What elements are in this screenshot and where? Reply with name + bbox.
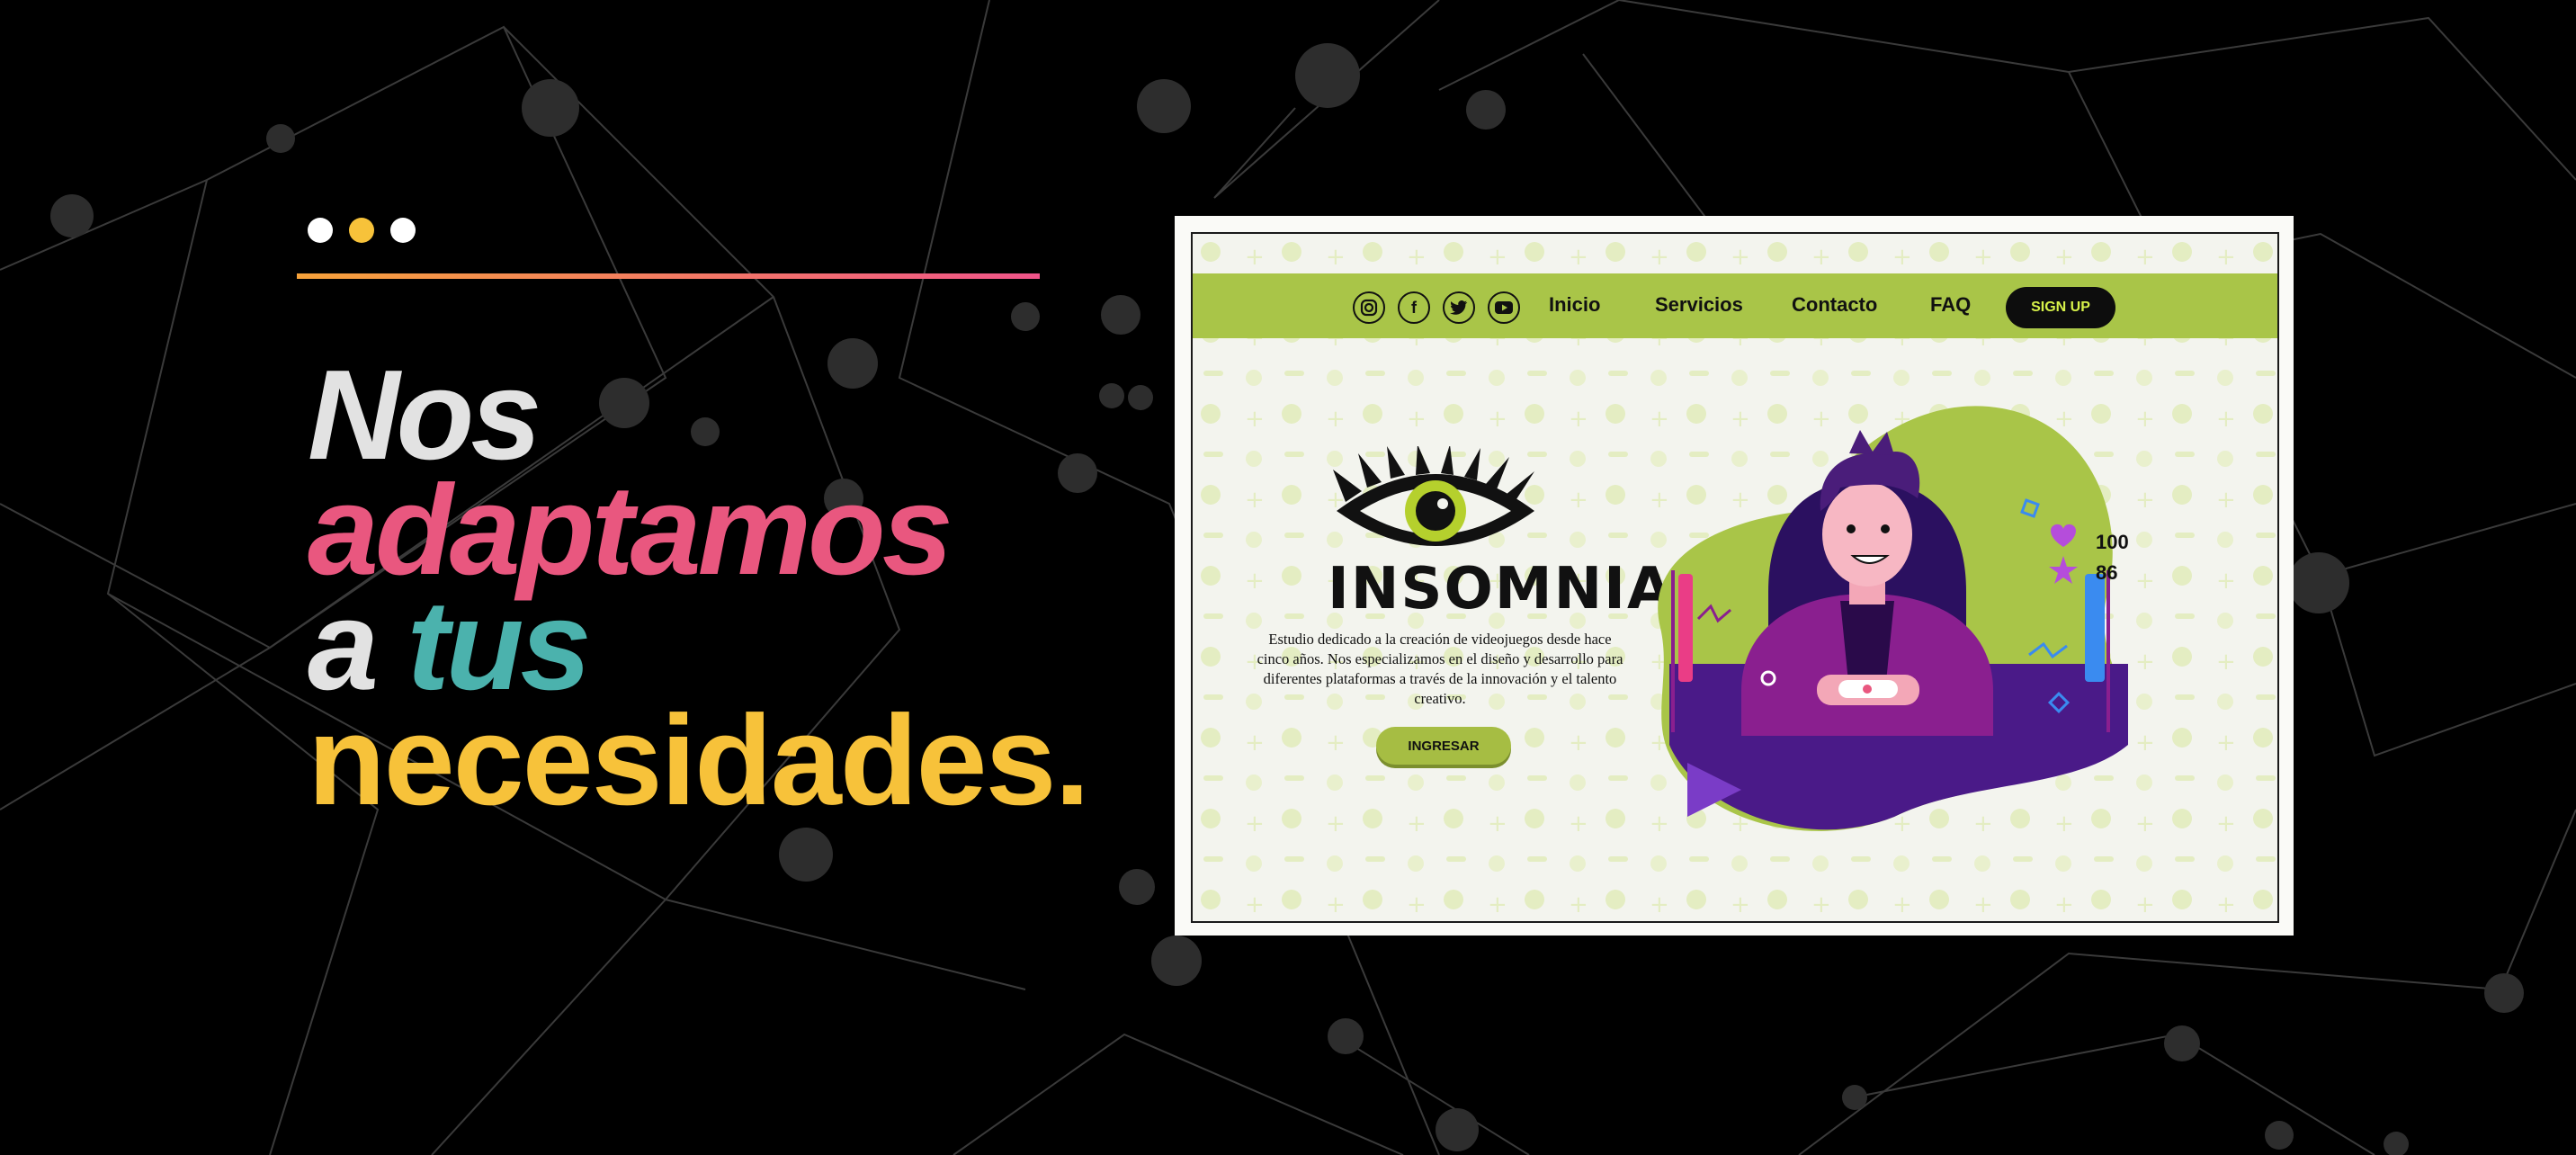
headline-line-2: adaptamos xyxy=(308,459,953,602)
dot-white xyxy=(308,218,333,243)
facebook-icon[interactable]: f xyxy=(1398,291,1430,324)
youtube-icon[interactable] xyxy=(1488,291,1520,324)
nav-link-faq[interactable]: FAQ xyxy=(1930,293,1971,317)
mockup-navbar: f Inicio Servicios Contacto FAQ SIGN UP xyxy=(1193,273,2277,338)
brand-name: INSOMNIA xyxy=(1328,556,1674,622)
studio-description: Estudio dedicado a la creación de videoj… xyxy=(1257,631,1623,707)
stars-count: 86 xyxy=(2096,561,2118,584)
dashed-divider xyxy=(297,273,1040,279)
dot-white xyxy=(390,218,416,243)
mockup-canvas: + f Inicio Servicios Contacto FAQ SIGN xyxy=(1191,232,2279,923)
likes-count: 100 xyxy=(2096,531,2129,553)
headline-line-4: necesidades. xyxy=(308,689,1090,832)
website-mockup: + f Inicio Servicios Contacto FAQ SIGN xyxy=(1175,216,2294,936)
instagram-icon[interactable] xyxy=(1353,291,1385,324)
window-dots xyxy=(308,218,416,243)
signup-button[interactable]: SIGN UP xyxy=(2006,287,2115,328)
ingresar-button[interactable]: INGRESAR xyxy=(1376,727,1511,765)
nav-link-inicio[interactable]: Inicio xyxy=(1549,293,1600,317)
eye-logo-icon xyxy=(1333,446,1534,546)
headline-line-1: Nos xyxy=(308,344,541,487)
hero-headline: Nos adaptamos a tus necesidades. xyxy=(308,344,1090,832)
nav-link-contacto[interactable]: Contacto xyxy=(1792,293,1877,317)
headline-line-3: a tus xyxy=(308,582,1088,710)
gamer-illustration xyxy=(1658,406,2128,831)
nav-link-servicios[interactable]: Servicios xyxy=(1655,293,1743,317)
dot-yellow xyxy=(349,218,374,243)
twitter-icon[interactable] xyxy=(1443,291,1475,324)
